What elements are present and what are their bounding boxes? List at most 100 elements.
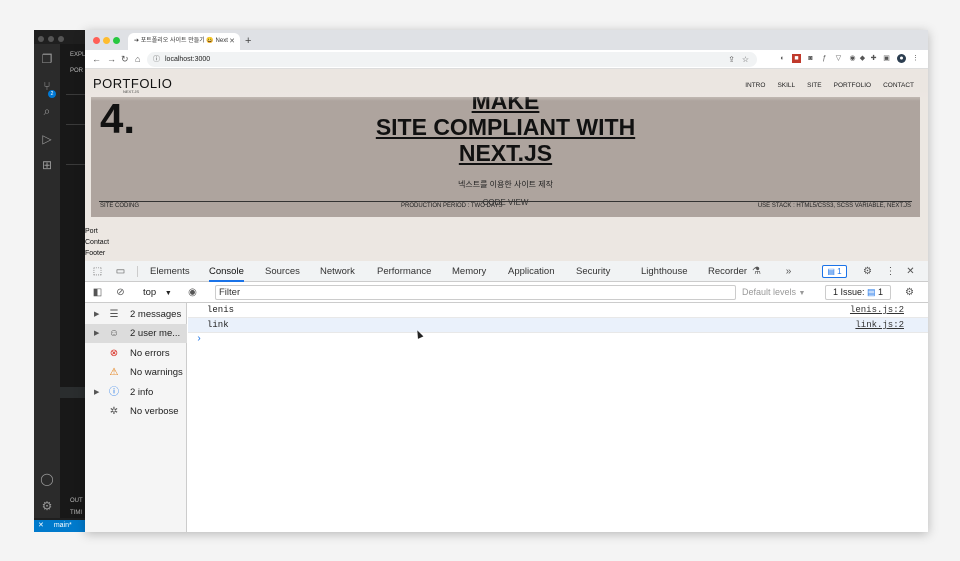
search-icon[interactable]: ⌕ — [40, 104, 54, 118]
page-link-contact[interactable]: Contact — [85, 239, 109, 246]
console-output: lenis lenis.js:2 link link.js:2 › — [188, 303, 928, 532]
font-icon[interactable]: ƒ — [820, 54, 829, 63]
tab-performance[interactable]: Performance — [377, 261, 431, 282]
camera-icon[interactable]: ◙ — [806, 54, 815, 63]
nav-site[interactable]: SITE — [807, 82, 821, 89]
forward-icon[interactable]: → — [107, 53, 116, 66]
back-icon[interactable]: ← — [92, 53, 101, 66]
sidebar-item-messages[interactable]: ▶ ☰ 2 messages — [85, 305, 187, 324]
sidebar-item-timeline[interactable]: TIMI — [70, 510, 82, 516]
account-icon[interactable]: ◯ — [40, 472, 54, 486]
message-source-link[interactable]: link.js:2 — [855, 318, 904, 333]
log-levels-dropdown[interactable]: Default levels ▼ — [742, 282, 805, 303]
extension-icon-4[interactable]: ◆ — [858, 54, 867, 63]
tab-close-icon[interactable]: ✕ — [229, 33, 235, 50]
browser-tab[interactable]: ➔ 포트폴리오 사이트 만들기 😀 Next ✕ — [128, 33, 240, 50]
expand-arrow-icon[interactable]: ▶ — [94, 305, 99, 324]
sidebar-item-user-messages[interactable]: ▶ ☺ 2 user me... — [85, 324, 187, 343]
sidebar-item-warnings[interactable]: ⚠ No warnings — [85, 363, 187, 382]
vscode-close-dot[interactable] — [38, 36, 44, 42]
zoom-window-button[interactable] — [113, 37, 120, 44]
close-devtools-icon[interactable]: ✕ — [904, 265, 917, 278]
extensions-icon[interactable]: ⊞ — [40, 158, 54, 172]
remote-icon[interactable]: ✕ — [38, 522, 44, 529]
extension-icon-1[interactable]: ◐ — [778, 54, 787, 63]
extension-icon-3[interactable]: ◉ — [848, 54, 857, 63]
sidebar-item-por[interactable]: POR — [70, 68, 83, 74]
issue-icon: ▤ — [867, 287, 876, 297]
console-prompt-icon[interactable]: › — [196, 334, 202, 345]
vscode-minimize-dot[interactable] — [48, 36, 54, 42]
branch-label[interactable]: main* — [54, 522, 72, 529]
chrome-menu-icon[interactable]: ⋮ — [911, 54, 920, 63]
tab-favicon-icon: ➔ — [134, 38, 141, 44]
message-source-link[interactable]: lenis.js:2 — [850, 303, 904, 318]
page-link-footer[interactable]: Footer — [85, 250, 105, 257]
more-tabs-icon[interactable]: » — [782, 265, 795, 278]
nav-intro[interactable]: INTRO — [745, 82, 765, 89]
extension-icon-2[interactable]: ■ — [792, 54, 801, 63]
nav-portfolio[interactable]: PORTFOLIO — [834, 82, 871, 89]
toolbar-divider — [137, 266, 138, 277]
footer-left: SITE CODING — [100, 203, 140, 209]
vscode-zoom-dot[interactable] — [58, 36, 64, 42]
inspect-element-icon[interactable]: ⬚ — [91, 265, 104, 278]
reload-icon[interactable]: ↻ — [121, 53, 129, 66]
issues-count: 1 — [878, 287, 884, 297]
tab-elements[interactable]: Elements — [150, 261, 190, 282]
customize-menu-icon[interactable]: ⋮ — [884, 265, 897, 278]
tab-sources[interactable]: Sources — [265, 261, 300, 282]
nav-contact[interactable]: CONTACT — [883, 82, 914, 89]
settings-gear-icon[interactable]: ⚙ — [861, 265, 874, 278]
tab-memory[interactable]: Memory — [452, 261, 486, 282]
sidebar-toggle-icon[interactable]: ◧ — [91, 286, 104, 299]
context-selector[interactable]: top ▼ — [143, 282, 172, 303]
close-window-button[interactable] — [93, 37, 100, 44]
issues-button[interactable]: 1 Issue: ▤ 1 — [825, 285, 891, 300]
nav-skill[interactable]: SKILL — [777, 82, 795, 89]
messages-badge[interactable]: ▤ 1 — [822, 265, 847, 278]
profile-avatar[interactable]: ● — [897, 54, 906, 63]
sidebar-item-outline[interactable]: OUT — [70, 498, 83, 504]
desktop: ❐ ⑂ 2 ⌕ ▷ ⊞ ◯ ⚙ EXPL POR OUT TIMI ✕ main… — [0, 0, 960, 561]
side-panel-icon[interactable]: ▣ — [882, 54, 891, 63]
share-icon[interactable]: ⇪ — [728, 52, 735, 67]
sidebar-item-errors[interactable]: ⊗ No errors — [85, 344, 187, 363]
console-settings-gear-icon[interactable]: ⚙ — [903, 286, 916, 299]
user-icon: ☺ — [108, 328, 120, 339]
tab-lighthouse[interactable]: Lighthouse — [641, 261, 687, 282]
clear-console-icon[interactable]: ⊘ — [114, 286, 127, 299]
site-logo-sub: NEXT.JS — [123, 89, 140, 94]
error-icon: ⊗ — [109, 348, 119, 359]
tab-network[interactable]: Network — [320, 261, 355, 282]
console-sidebar: ▶ ☰ 2 messages ▶ ☺ 2 user me... ⊗ No err… — [85, 303, 187, 532]
tab-strip: ➔ 포트폴리오 사이트 만들기 😀 Next ✕ + — [85, 30, 928, 50]
site-info-icon[interactable]: ⓘ — [153, 52, 160, 67]
page-link-port[interactable]: Port — [85, 228, 98, 235]
extensions-puzzle-icon[interactable]: ✚ — [869, 54, 878, 63]
live-expression-eye-icon[interactable]: ◉ — [186, 286, 199, 299]
run-debug-icon[interactable]: ▷ — [40, 132, 54, 146]
message-text: lenis — [207, 305, 235, 315]
site-header: PORTFOLIO NEXT.JS INTRO SKILL SITE PORTF… — [85, 69, 928, 101]
bookmark-star-icon[interactable]: ☆ — [742, 52, 749, 67]
tab-application[interactable]: Application — [508, 261, 554, 282]
vue-icon[interactable]: ▽ — [834, 54, 843, 63]
manage-gear-icon[interactable]: ⚙ — [40, 499, 54, 513]
minimize-window-button[interactable] — [103, 37, 110, 44]
device-toolbar-icon[interactable]: ▭ — [114, 265, 127, 278]
expand-arrow-icon[interactable]: ▶ — [94, 324, 99, 343]
tab-recorder[interactable]: Recorder — [708, 261, 747, 282]
address-bar[interactable]: ⓘ localhost:3000 ⇪ ☆ — [147, 52, 757, 67]
sidebar-item-verbose[interactable]: ✲ No verbose — [85, 402, 187, 421]
webpage: 4. MAKE SITE COMPLIANT WITH NEXT.JS 넥스트를… — [85, 69, 928, 261]
expand-arrow-icon[interactable]: ▶ — [94, 383, 99, 402]
new-tab-button[interactable]: + — [245, 33, 251, 50]
tab-security[interactable]: Security — [576, 261, 610, 282]
tab-console[interactable]: Console — [209, 261, 244, 282]
footer-right: USE STACK : HTML5/CSS3, SCSS VARIABLE, N… — [757, 203, 911, 209]
sidebar-item-info[interactable]: ▶ ⓘ 2 info — [85, 383, 187, 402]
explorer-icon[interactable]: ❐ — [40, 52, 54, 66]
filter-input[interactable]: Filter — [215, 285, 736, 300]
home-icon[interactable]: ⌂ — [135, 53, 140, 66]
